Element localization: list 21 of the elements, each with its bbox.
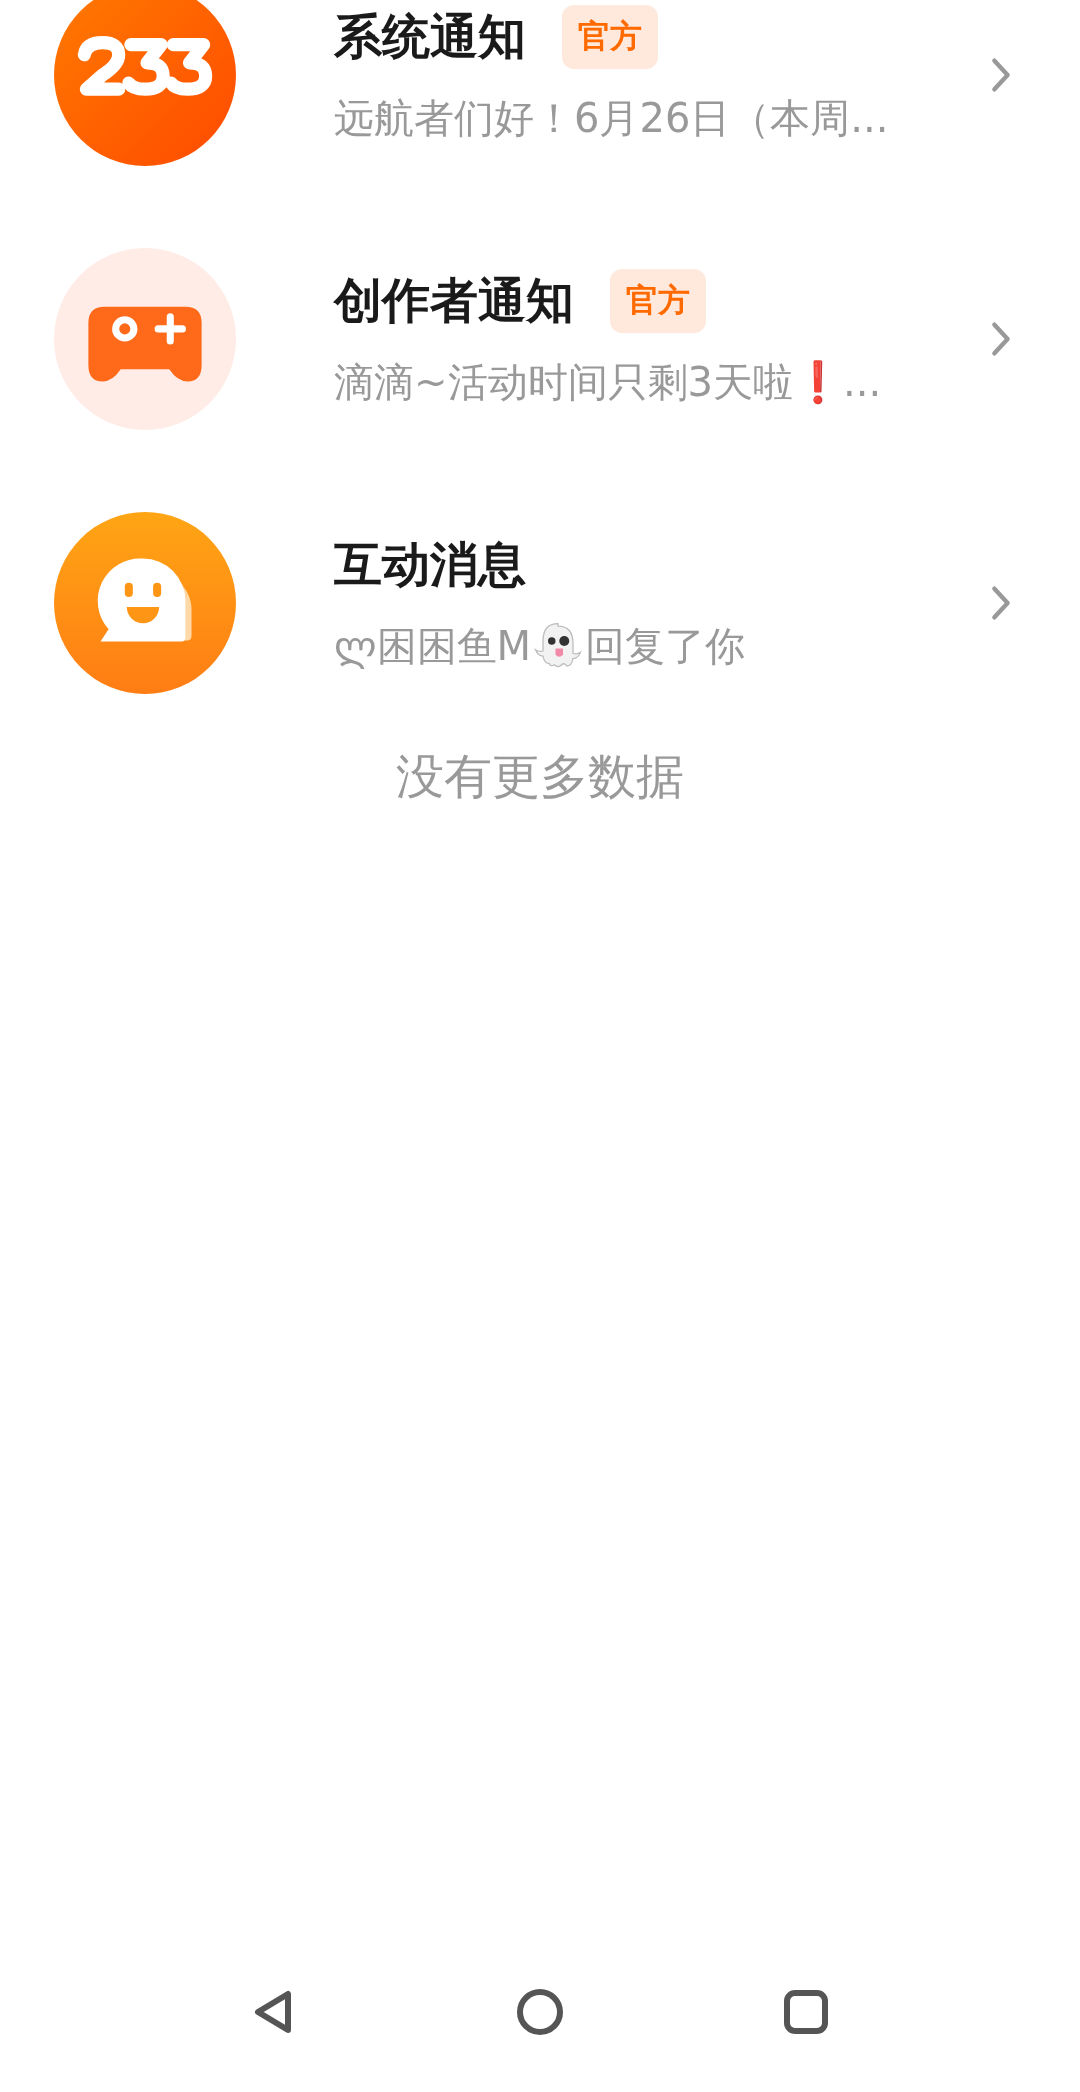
message-preview: ლ困困鱼M [334, 621, 532, 671]
message-preview: 回复了你 [585, 621, 746, 671]
chevron-right-icon [990, 584, 1012, 622]
official-badge: 官方 [562, 4, 658, 69]
message-item[interactable]: 系统通知 官方 远航者们好！6月26日（本周... [0, 0, 1080, 207]
chevron-right-icon [990, 320, 1012, 358]
message-preview: 滴滴~活动时间只剩3天啦❗... [334, 357, 882, 407]
message-preview: 远航者们好！6月26日（本周... [334, 93, 889, 143]
app-logo-icon [54, 0, 236, 166]
message-item[interactable]: 互动消息 ლ困困鱼M 回复了你 [0, 471, 1080, 735]
recent-apps-icon[interactable] [782, 1988, 830, 2036]
message-title: 系统通知 [334, 6, 526, 66]
message-item[interactable]: 创作者通知 官方 滴滴~活动时间只剩3天啦❗... [0, 207, 1080, 471]
chevron-right-icon [990, 56, 1012, 94]
no-more-data-text: 没有更多数据 [396, 747, 684, 806]
gamepad-icon [54, 248, 236, 430]
home-icon[interactable] [516, 1988, 564, 2036]
chat-bubble-icon [54, 512, 236, 694]
message-title: 互动消息 [334, 534, 526, 594]
message-title: 创作者通知 [334, 270, 574, 330]
official-badge: 官方 [610, 268, 706, 333]
